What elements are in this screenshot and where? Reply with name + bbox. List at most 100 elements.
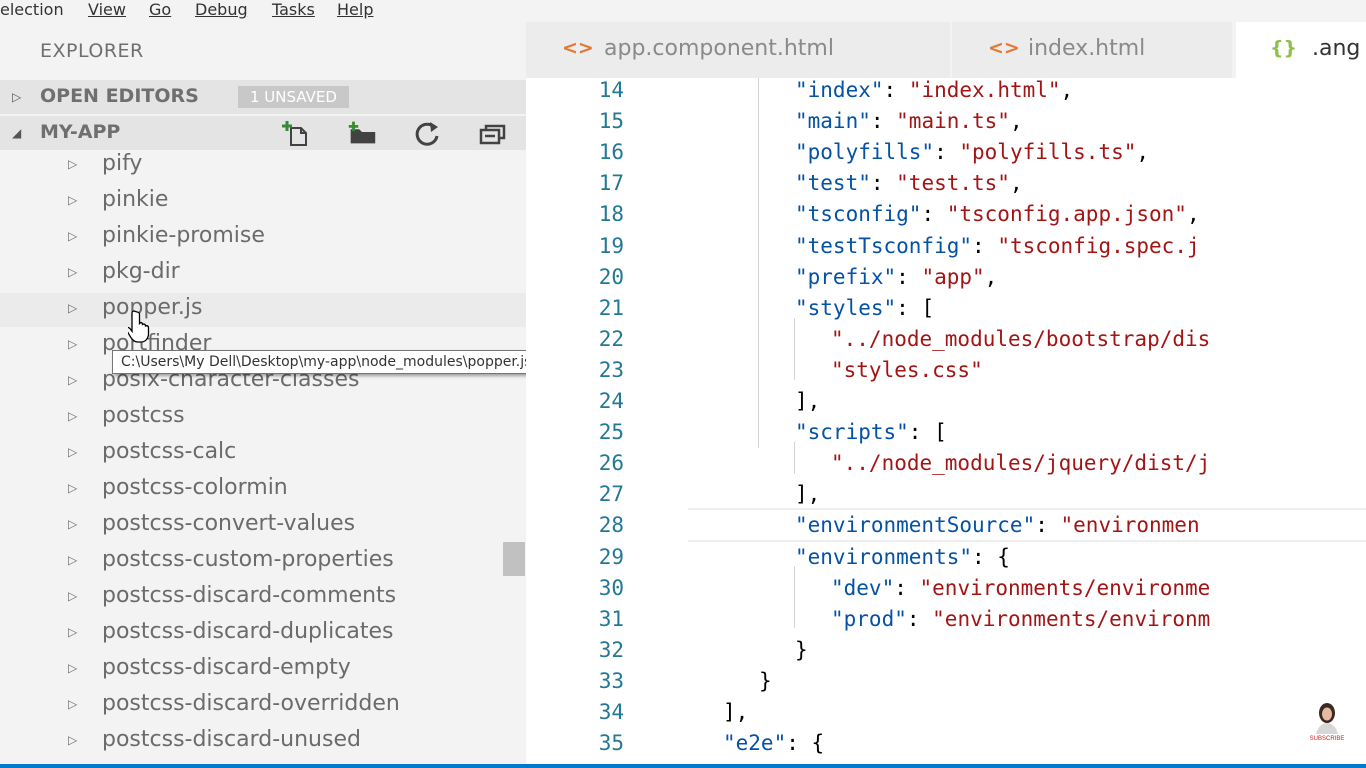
tree-item-label: pkg-dir <box>102 259 180 284</box>
punctuation: , <box>1009 171 1023 195</box>
menu-help[interactable]: Help <box>337 0 373 20</box>
tab-angular-cli-json[interactable]: {} .ang <box>1236 22 1366 78</box>
tree-item-postcss-convert-values[interactable]: ▷ postcss-convert-values <box>0 509 500 543</box>
menu-debug[interactable]: Debug <box>195 0 248 20</box>
indent-guide <box>794 566 795 628</box>
line-number: 18 <box>598 202 624 226</box>
json-key: "testTsconfig" <box>795 234 973 258</box>
tree-item-pify[interactable]: ▷ pify <box>0 149 500 183</box>
menu-tasks[interactable]: Tasks <box>272 0 315 20</box>
chevron-right-icon: ▷ <box>68 265 78 279</box>
path-tooltip: C:\Users\My Dell\Desktop\my-app\node_mod… <box>112 350 541 374</box>
html-file-icon: <> <box>988 37 1020 59</box>
tree-item-postcss-discard-comments[interactable]: ▷ postcss-discard-comments <box>0 581 500 615</box>
punctuation: : <box>934 140 960 164</box>
sidebar-scrollbar-thumb[interactable] <box>503 542 525 576</box>
tree-item-postcss-discard-overridden[interactable]: ▷ postcss-discard-overridden <box>0 689 500 723</box>
punctuation: } <box>795 638 808 662</box>
code-line: "prefix": "app", <box>795 265 997 289</box>
tree-item-popper-js[interactable]: ▷ popper.js <box>0 293 526 327</box>
json-string: "environments/environme <box>919 576 1211 600</box>
code-line: ], <box>795 482 820 506</box>
chevron-right-icon: ▷ <box>68 373 78 387</box>
tab-app-component-html[interactable]: <> app.component.html <box>526 22 950 78</box>
tree-item-postcss-custom-properties[interactable]: ▷ postcss-custom-properties <box>0 545 500 579</box>
code-line: "testTsconfig": "tsconfig.spec.j <box>795 234 1200 258</box>
open-editors-label: OPEN EDITORS <box>40 85 199 107</box>
code-line: "../node_modules/bootstrap/dis <box>831 327 1210 351</box>
chevron-right-icon: ▷ <box>68 337 78 351</box>
tree-item-label: pinkie-promise <box>102 223 265 248</box>
chevron-right-icon: ▷ <box>68 625 78 639</box>
json-string: "index.html" <box>908 78 1061 102</box>
line-number: 32 <box>598 638 624 662</box>
json-string: "../node_modules/bootstrap/dis <box>831 327 1211 351</box>
editor-tab-bar: <> app.component.html <> index.html {} .… <box>526 22 1366 78</box>
line-number: 20 <box>598 265 624 289</box>
json-key: "index" <box>795 78 884 102</box>
hand-cursor-icon <box>128 310 150 343</box>
new-folder-icon[interactable] <box>345 118 379 148</box>
tree-item-postcss-colormin[interactable]: ▷ postcss-colormin <box>0 473 500 507</box>
code-line: "environmentSource": "environmen <box>795 513 1200 537</box>
punctuation: : <box>883 78 909 102</box>
menu-view[interactable]: View <box>88 0 126 20</box>
chevron-right-icon: ▷ <box>12 90 22 104</box>
line-number: 22 <box>598 327 624 351</box>
refresh-icon[interactable] <box>411 118 445 148</box>
tree-item-postcss[interactable]: ▷ postcss <box>0 401 500 435</box>
code-line: "../node_modules/jquery/dist/j <box>831 451 1210 475</box>
json-key: "styles" <box>795 296 897 320</box>
chevron-right-icon: ▷ <box>68 661 78 675</box>
tree-item-label: postcss-discard-unused <box>102 727 361 752</box>
tree-item-postcss-discard-unused[interactable]: ▷ postcss-discard-unused <box>0 725 500 759</box>
menu-go[interactable]: Go <box>149 0 171 20</box>
json-string: "environments/environm <box>932 607 1211 631</box>
punctuation: ], <box>795 482 821 506</box>
json-key: "e2e" <box>723 731 787 755</box>
tree-item-label: postcss-custom-properties <box>102 547 394 572</box>
tree-item-label: postcss <box>102 403 185 428</box>
json-string: "tsconfig.app.json" <box>946 202 1187 226</box>
tree-item-postcss-calc[interactable]: ▷ postcss-calc <box>0 437 500 471</box>
json-string: "tsconfig.spec.j <box>997 234 1200 258</box>
line-number: 24 <box>598 389 624 413</box>
tree-item-label: postcss-calc <box>102 439 237 464</box>
indent-guide <box>758 78 759 448</box>
tree-item-pinkie-promise[interactable]: ▷ pinkie-promise <box>0 221 500 255</box>
status-bar <box>0 764 1366 768</box>
json-key: "prod" <box>831 607 907 631</box>
punctuation: : <box>906 607 933 631</box>
punctuation: , <box>984 265 998 289</box>
tab-index-html[interactable]: <> index.html <box>952 22 1232 78</box>
punctuation: : <box>870 171 897 195</box>
tree-item-postcss-discard-empty[interactable]: ▷ postcss-discard-empty <box>0 653 500 687</box>
collapse-all-icon[interactable] <box>477 118 511 148</box>
punctuation: , <box>1136 140 1150 164</box>
code-line: "styles": [ <box>795 296 934 320</box>
tree-item-pkg-dir[interactable]: ▷ pkg-dir <box>0 257 500 291</box>
punctuation: ], <box>795 389 821 413</box>
open-editors-section[interactable]: ▷ OPEN EDITORS 1 UNSAVED <box>0 80 526 114</box>
tree-item-postcss-discard-duplicates[interactable]: ▷ postcss-discard-duplicates <box>0 617 500 651</box>
unsaved-badge: 1 UNSAVED <box>238 86 349 108</box>
tree-item-pinkie[interactable]: ▷ pinkie <box>0 185 500 219</box>
line-number: 16 <box>598 140 624 164</box>
chevron-right-icon: ▷ <box>68 553 78 567</box>
new-file-icon[interactable] <box>280 118 314 148</box>
json-string: "main.ts" <box>896 109 1010 133</box>
punctuation: : <box>921 202 947 226</box>
punctuation: , <box>1060 78 1074 102</box>
folder-section[interactable]: ◢ MY-APP <box>0 116 526 150</box>
json-file-icon: {} <box>1270 37 1298 59</box>
punctuation: , <box>1009 109 1023 133</box>
menu-selection[interactable]: election <box>0 0 64 20</box>
json-key: "test" <box>795 171 871 195</box>
code-line: "styles.css" <box>831 358 983 382</box>
line-number: 14 <box>598 78 624 102</box>
code-editor[interactable]: 14 15 16 17 18 19 20 21 22 23 24 25 26 27 28 29 30 31 32 33… <box>526 78 1366 764</box>
punctuation: : <box>894 576 920 600</box>
json-string: "styles.css" <box>831 358 983 382</box>
line-number: 21 <box>598 296 624 320</box>
code-line: } <box>759 669 772 693</box>
